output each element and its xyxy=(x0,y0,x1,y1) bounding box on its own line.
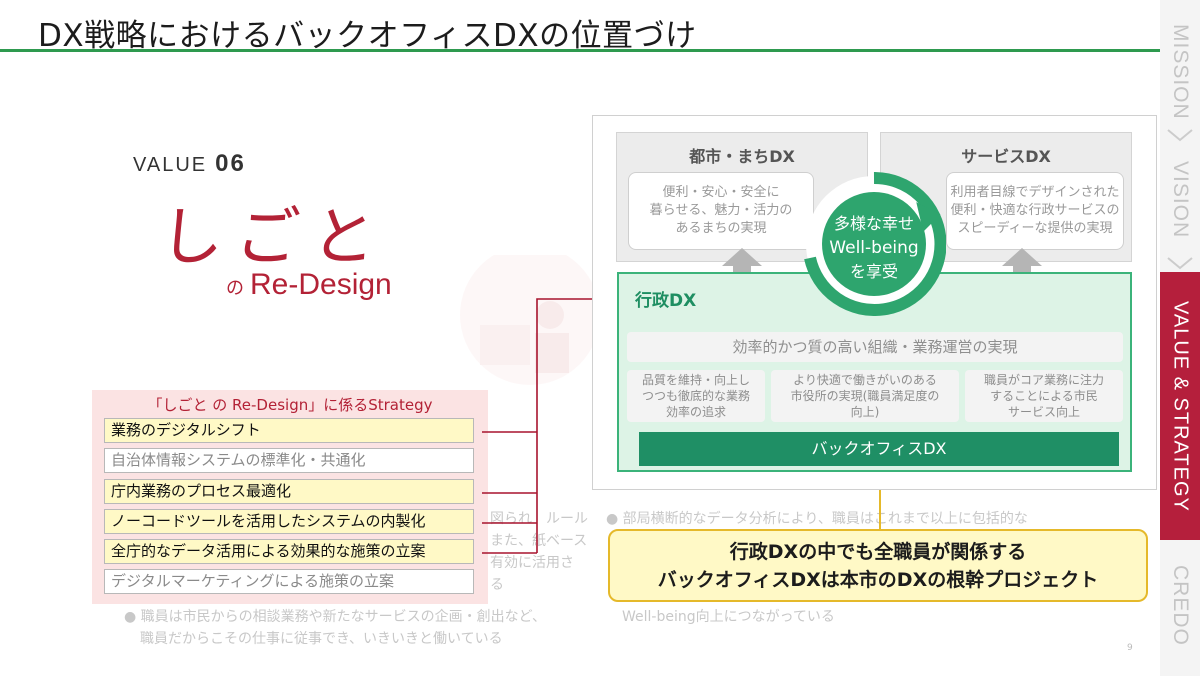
gyosei-sub-box: より快適で働きがいのある 市役所の実現(職員満足度の 向上) xyxy=(771,370,959,422)
city-dx-description: 便利・安心・安全に 暮らせる、魅力・活力の あるまちの実現 xyxy=(628,172,814,250)
page-number: 9 xyxy=(1127,643,1133,653)
backoffice-dx-bar: バックオフィスDX xyxy=(639,432,1119,466)
gyosei-sub-box: 職員がコア業務に注力 することによる市民 サービス向上 xyxy=(965,370,1123,422)
city-dx-title: 都市・まちDX xyxy=(689,147,795,166)
wellbeing-text: 多様な幸せ Well-being を享受 xyxy=(829,214,919,281)
efficiency-bar: 効率的かつ質の高い組織・業務運営の実現 xyxy=(627,332,1123,362)
service-dx-description: 利用者目線でデザインされた 便利・快適な行政サービスの スピーディーな提供の実現 xyxy=(946,172,1124,250)
gyosei-sub-box: 品質を維持・向上し つつも徹底的な業務 効率の追求 xyxy=(627,370,765,422)
service-dx-title: サービスDX xyxy=(961,147,1051,166)
key-message-callout: 行政DXの中でも全職員が関係する バックオフィスDXは本市のDXの根幹プロジェク… xyxy=(608,529,1148,602)
gyosei-dx-title: 行政DX xyxy=(635,291,697,311)
